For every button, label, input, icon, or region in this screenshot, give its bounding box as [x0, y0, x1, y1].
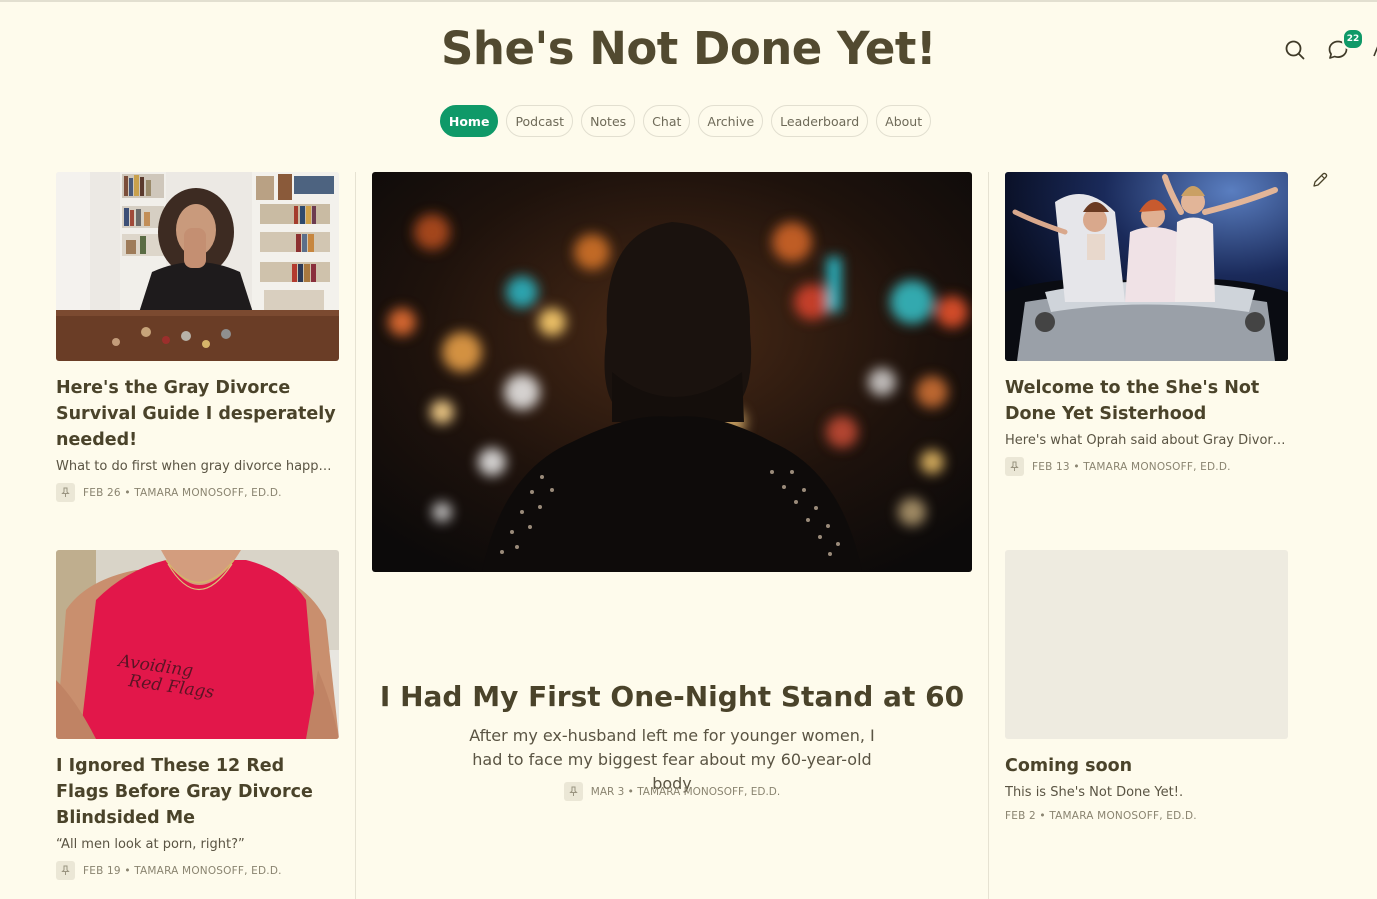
section-nav: Home Podcast Notes Chat Archive Leaderbo…	[0, 105, 1377, 137]
tab-leaderboard[interactable]: Leaderboard	[771, 105, 869, 137]
post-card[interactable]: Avoiding Red Flags I Ignored These 12 Re…	[56, 550, 339, 880]
post-meta: FEB 19 • TAMARA MONOSOFF, ED.D.	[83, 864, 282, 877]
tab-about[interactable]: About	[876, 105, 932, 137]
pin-icon	[1005, 457, 1024, 476]
chat-bubble-icon[interactable]: 22	[1327, 28, 1364, 63]
post-title[interactable]: Welcome to the She's Not Done Yet Sister…	[1005, 375, 1288, 427]
search-icon[interactable]	[1284, 39, 1308, 63]
tab-home[interactable]: Home	[439, 105, 499, 137]
post-title[interactable]: I Ignored These 12 Red Flags Before Gray…	[56, 753, 339, 831]
post-title[interactable]: Here's the Gray Divorce Survival Guide I…	[56, 375, 339, 453]
post-card[interactable]: Here's the Gray Divorce Survival Guide I…	[56, 172, 339, 502]
tab-notes[interactable]: Notes	[581, 105, 636, 137]
post-meta: FEB 13 • TAMARA MONOSOFF, ED.D.	[1032, 460, 1231, 473]
pin-icon	[563, 782, 583, 801]
tab-podcast[interactable]: Podcast	[506, 105, 574, 137]
post-subtitle: What to do first when gray divorce happe…	[56, 459, 339, 474]
post-subtitle: This is She's Not Done Yet!.	[1005, 785, 1184, 800]
post-thumbnail[interactable]: Avoiding Red Flags	[56, 550, 339, 739]
post-subtitle: Here's what Oprah said about Gray Divorc…	[1005, 433, 1288, 448]
edit-pencil-icon[interactable]	[1311, 171, 1329, 189]
post-thumbnail[interactable]	[1005, 172, 1288, 361]
column-divider-left	[355, 172, 356, 899]
tab-chat[interactable]: Chat	[643, 105, 691, 137]
site-title[interactable]: She's Not Done Yet!	[0, 22, 1377, 75]
post-card[interactable]: Welcome to the She's Not Done Yet Sister…	[1005, 172, 1288, 476]
notification-badge: 22	[1342, 28, 1364, 50]
post-thumbnail[interactable]	[56, 172, 339, 361]
post-title[interactable]: Coming soon	[1005, 753, 1288, 779]
avatar-edge[interactable]	[1372, 42, 1377, 58]
featured-post-image[interactable]	[372, 172, 972, 572]
post-subtitle: “All men look at porn, right?”	[56, 837, 245, 852]
post-meta: FEB 26 • TAMARA MONOSOFF, ED.D.	[83, 486, 282, 499]
pin-icon	[56, 861, 75, 880]
post-card[interactable]: Coming soon This is She's Not Done Yet!.…	[1005, 550, 1288, 822]
post-meta: FEB 2 • TAMARA MONOSOFF, ED.D.	[1005, 810, 1197, 822]
column-divider-right	[988, 172, 989, 899]
top-border	[0, 0, 1377, 2]
post-thumbnail-placeholder[interactable]	[1005, 550, 1288, 739]
tab-archive[interactable]: Archive	[698, 105, 764, 137]
featured-post-title[interactable]: I Had My First One-Night Stand at 60	[372, 680, 972, 713]
featured-post-meta: MAR 3 • TAMARA MONOSOFF, ED.D.	[590, 785, 781, 798]
pin-icon	[56, 483, 75, 502]
